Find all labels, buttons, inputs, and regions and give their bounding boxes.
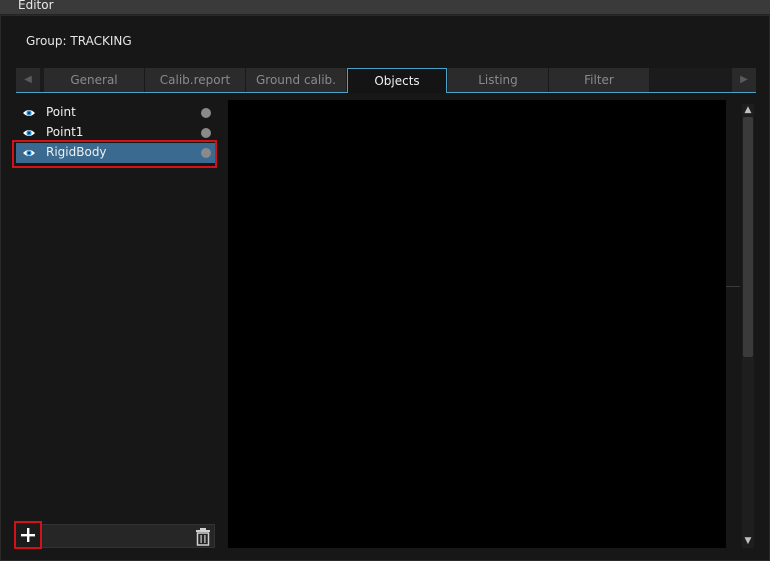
add-object-button[interactable] — [14, 521, 42, 549]
panel-divider[interactable] — [726, 286, 740, 287]
list-item-point[interactable]: Point — [16, 103, 216, 123]
scrollbar-thumb[interactable] — [743, 117, 753, 357]
object-toolbar — [16, 524, 215, 548]
tab-filter[interactable]: Filter — [549, 68, 650, 92]
window-title: Editor — [18, 0, 54, 12]
tab-ground-calib[interactable]: Ground calib. — [246, 68, 347, 92]
status-dot-icon — [201, 108, 211, 118]
object-name: Point — [46, 105, 76, 119]
eye-icon[interactable] — [22, 107, 36, 119]
tab-bar: ◀ General Calib.report Ground calib. Obj… — [16, 68, 756, 93]
scroll-up-icon[interactable]: ▲ — [742, 104, 754, 116]
object-preview — [228, 100, 726, 548]
eye-icon[interactable] — [22, 127, 36, 139]
tab-general[interactable]: General — [44, 68, 145, 92]
tab-listing[interactable]: Listing — [448, 68, 549, 92]
tab-scroll-right-icon[interactable]: ▶ — [732, 68, 756, 92]
object-name: Point1 — [46, 125, 84, 139]
tab-calib-report[interactable]: Calib.report — [145, 68, 246, 92]
plus-icon — [21, 528, 35, 542]
trash-icon — [196, 528, 210, 546]
delete-object-button[interactable] — [195, 528, 211, 546]
tab-objects[interactable]: Objects — [347, 68, 447, 93]
scroll-down-icon[interactable]: ▼ — [742, 535, 754, 547]
selection-highlight — [12, 140, 217, 168]
window-titlebar: Editor — [0, 0, 770, 15]
group-label: Group: TRACKING — [26, 34, 132, 48]
tab-scroll-left-icon[interactable]: ◀ — [16, 68, 40, 92]
status-dot-icon — [201, 128, 211, 138]
